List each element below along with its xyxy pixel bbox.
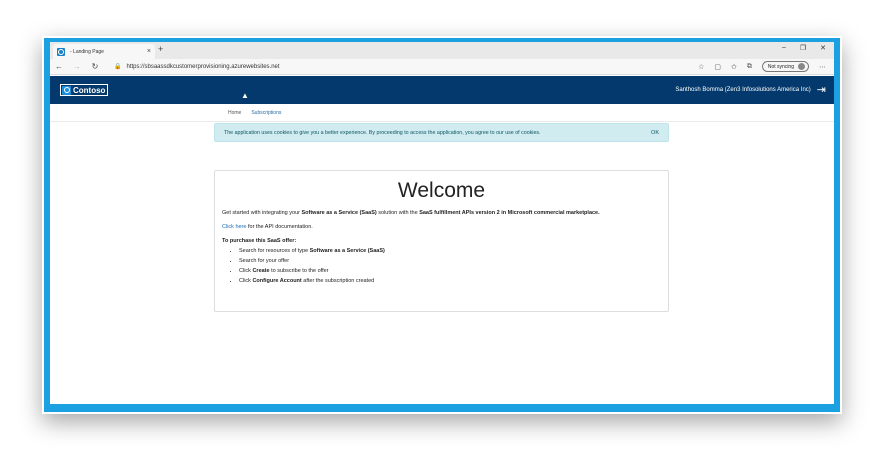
tab-bar: - Landing Page × + – ❐ ✕ — [50, 42, 834, 59]
cookie-ok-button[interactable]: OK — [651, 130, 659, 136]
back-button[interactable]: ← — [50, 62, 68, 71]
intro-part-1: Get started with integrating your — [222, 210, 302, 216]
step4-post: after the subscription created — [301, 278, 375, 284]
sub-navigation: Home Subscriptions — [50, 104, 834, 122]
tab-title: - Landing Page — [70, 48, 104, 55]
contoso-logo-icon — [62, 85, 71, 95]
favorites-bar-icon[interactable]: ✩ — [731, 63, 737, 71]
collections-icon[interactable]: ▢ — [714, 63, 721, 71]
documentation-line: Click here for the API documentation. — [222, 224, 661, 230]
logo-text: Contoso — [73, 85, 106, 95]
welcome-card: Welcome Get started with integrating you… — [214, 170, 669, 312]
minimize-button[interactable]: – — [782, 44, 786, 52]
nav-home-link[interactable]: Home — [228, 110, 241, 116]
new-tab-button[interactable]: + — [158, 44, 163, 54]
purchase-title: To purchase this SaaS offer: — [222, 238, 297, 244]
step3-post: to subscribe to the offer — [269, 268, 329, 274]
mouse-cursor-icon: ▲ — [241, 91, 249, 100]
profile-avatar-icon — [798, 63, 805, 70]
step4-pre: Click — [239, 278, 253, 284]
step3-pre: Click — [239, 268, 253, 274]
extensions-icon[interactable]: ⧉ — [747, 63, 752, 71]
contoso-favicon-icon — [57, 47, 65, 56]
intro-text: Get started with integrating your Softwa… — [222, 209, 661, 218]
sign-out-icon[interactable]: ⇥ — [817, 84, 826, 96]
tab-close-icon[interactable]: × — [147, 48, 151, 55]
url-field[interactable]: https://sbsaassdkcustomerprovisioning.az… — [126, 64, 698, 70]
list-item: Search for your offer — [239, 256, 661, 266]
intro-part-2: solution with the — [376, 210, 420, 216]
contoso-logo[interactable]: Contoso — [60, 84, 109, 96]
address-bar: ← → ↻ 🔒 https://sbsaassdkcustomerprovisi… — [50, 59, 834, 75]
browser-window: - Landing Page × + – ❐ ✕ ← → ↻ 🔒 https:/… — [50, 42, 834, 404]
cookie-message: The application uses cookies to give you… — [224, 129, 541, 136]
step2-text: Search for your offer — [239, 258, 290, 264]
lock-icon[interactable]: 🔒 — [114, 63, 121, 70]
app-header: Contoso Santhosh Bomma (Zen3 Infosolutio… — [50, 76, 834, 104]
tab-landing-page[interactable]: - Landing Page × — [53, 44, 155, 59]
api-documentation-link[interactable]: Click here — [222, 224, 246, 230]
user-area: Santhosh Bomma (Zen3 Infosolutions Ameri… — [675, 84, 826, 96]
step3-bold: Create — [252, 268, 270, 274]
favorite-star-icon[interactable]: ☆ — [698, 63, 704, 71]
forward-button[interactable]: → — [68, 62, 86, 71]
step4-bold: Configure Account — [252, 278, 302, 284]
purchase-steps-list: Search for resources of type Software as… — [222, 246, 661, 286]
nav-subscriptions-link[interactable]: Subscriptions — [251, 110, 281, 116]
window-controls: – ❐ ✕ — [782, 44, 826, 52]
sync-button[interactable]: Not syncing — [761, 61, 809, 72]
sync-label: Not syncing — [767, 63, 794, 70]
documentation-text: for the API documentation. — [246, 224, 313, 230]
welcome-title: Welcome — [397, 179, 486, 202]
intro-bold-2: SaaS fulfillment APIs version 2 in Micro… — [419, 210, 600, 216]
list-item: Click Create to subscribe to the offer — [239, 266, 661, 276]
user-name: Santhosh Bomma (Zen3 Infosolutions Ameri… — [675, 87, 811, 93]
step1-bold: Software as a Service (SaaS) — [309, 248, 385, 254]
browser-toolbar: ☆ ▢ ✩ ⧉ Not syncing ⋯ — [698, 61, 826, 72]
close-window-button[interactable]: ✕ — [820, 44, 826, 52]
refresh-button[interactable]: ↻ — [86, 62, 104, 71]
list-item: Search for resources of type Software as… — [239, 246, 661, 256]
list-item: Click Configure Account after the subscr… — [239, 276, 661, 286]
restore-button[interactable]: ❐ — [800, 44, 806, 52]
intro-bold-1: Software as a Service (SaaS) — [301, 210, 377, 216]
step1-text: Search for resources of type — [239, 248, 310, 254]
cookie-consent-banner: The application uses cookies to give you… — [214, 123, 669, 142]
more-menu-icon[interactable]: ⋯ — [819, 63, 826, 71]
